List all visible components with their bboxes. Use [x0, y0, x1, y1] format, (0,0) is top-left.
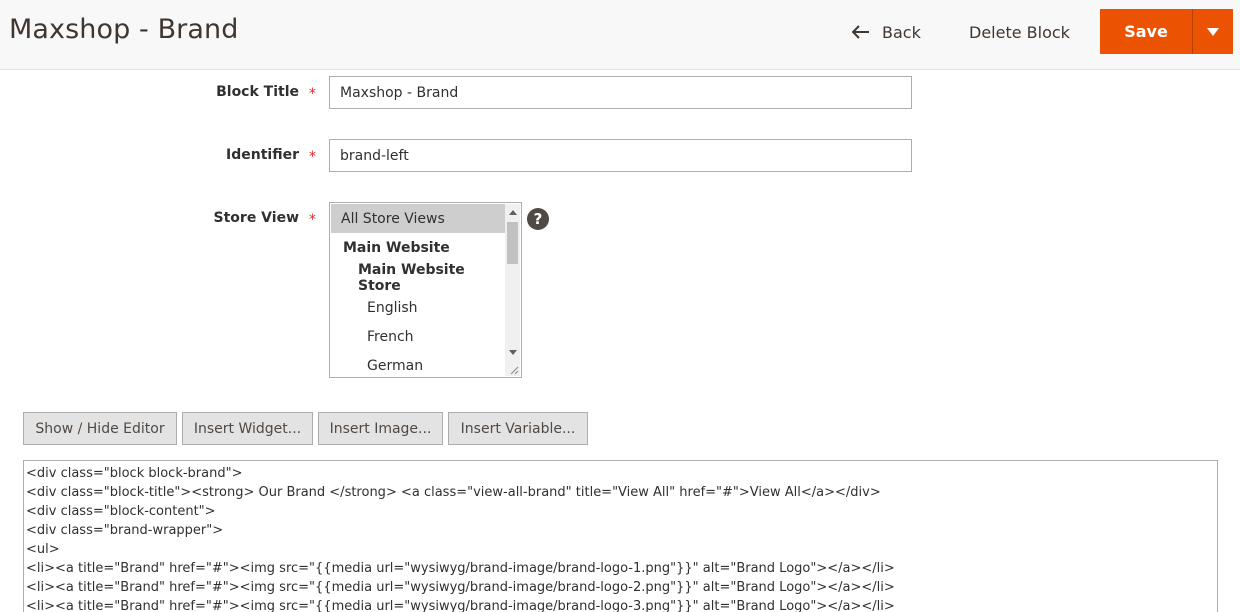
save-button-label: Save — [1124, 22, 1168, 41]
required-marker: * — [309, 212, 316, 228]
back-button-label: Back — [882, 22, 921, 42]
back-button[interactable]: Back — [852, 20, 921, 44]
content-line: <li><a title="Brand" href="#"><img src="… — [26, 561, 895, 576]
store-view-option-label: Main Website — [343, 239, 450, 256]
show-hide-editor-button[interactable]: Show / Hide Editor — [23, 412, 177, 445]
identifier-label: Identifier — [226, 147, 299, 163]
save-button[interactable]: Save — [1100, 9, 1192, 54]
required-marker: * — [309, 86, 316, 102]
save-split-button: Save — [1100, 9, 1233, 54]
identifier-value: brand-left — [340, 147, 409, 164]
store-view-option[interactable]: Main Website Store — [331, 261, 505, 294]
store-view-label: Store View — [213, 210, 299, 226]
scrollbar-thumb[interactable] — [507, 222, 518, 264]
store-view-option[interactable]: English — [331, 293, 505, 322]
show-hide-editor-label: Show / Hide Editor — [35, 420, 165, 437]
save-options-toggle[interactable] — [1192, 9, 1233, 54]
scroll-up-icon[interactable] — [509, 210, 517, 215]
delete-block-label: Delete Block — [969, 22, 1070, 42]
insert-image-button[interactable]: Insert Image... — [318, 412, 443, 445]
identifier-input[interactable]: brand-left — [329, 139, 912, 172]
help-icon[interactable]: ? — [527, 208, 549, 230]
content-line: <div class="block block-brand"> — [26, 466, 243, 481]
content-textarea[interactable]: <div class="block block-brand"> <div cla… — [23, 460, 1218, 612]
content-line: <li><a title="Brand" href="#"><img src="… — [26, 599, 895, 612]
multiselect-scrollbar[interactable] — [505, 204, 520, 376]
content-line: <ul> — [26, 542, 60, 557]
caret-down-icon — [1207, 27, 1219, 36]
content-line: <div class="brand-wrapper"> — [26, 523, 224, 538]
insert-widget-label: Insert Widget... — [193, 420, 302, 437]
store-view-option[interactable]: French — [331, 322, 505, 351]
store-view-option[interactable]: All Store Views — [331, 204, 505, 233]
store-view-option-label: French — [367, 328, 414, 345]
store-view-option[interactable]: Main Website — [331, 233, 505, 262]
page-header: Maxshop - Brand Back Delete Block Save — [0, 0, 1240, 70]
store-view-option[interactable]: German — [331, 351, 505, 377]
insert-variable-button[interactable]: Insert Variable... — [448, 412, 588, 445]
block-title-input[interactable]: Maxshop - Brand — [329, 76, 912, 109]
required-marker: * — [309, 149, 316, 165]
store-view-option-label: German — [367, 357, 424, 374]
arrow-left-icon — [852, 25, 869, 39]
delete-block-button[interactable]: Delete Block — [969, 20, 1070, 44]
content-line: <li><a title="Brand" href="#"><img src="… — [26, 580, 895, 595]
resize-grip-icon[interactable] — [509, 365, 519, 375]
store-view-option-label: Main Website Store — [358, 261, 465, 294]
store-view-option-label: All Store Views — [341, 210, 445, 227]
help-glyph: ? — [533, 210, 543, 228]
page-title: Maxshop - Brand — [9, 14, 239, 45]
store-view-option-label: English — [367, 299, 418, 316]
store-view-multiselect[interactable]: All Store Views Main Website Main Websit… — [329, 202, 522, 378]
scroll-down-icon[interactable] — [509, 350, 517, 355]
insert-widget-button[interactable]: Insert Widget... — [182, 412, 313, 445]
insert-variable-label: Insert Variable... — [460, 420, 576, 437]
content-line: <div class="block-content"> — [26, 504, 216, 519]
content-line: <div class="block-title"><strong> Our Br… — [26, 485, 881, 500]
insert-image-label: Insert Image... — [329, 420, 432, 437]
block-title-label: Block Title — [216, 84, 299, 100]
block-title-value: Maxshop - Brand — [340, 84, 459, 101]
